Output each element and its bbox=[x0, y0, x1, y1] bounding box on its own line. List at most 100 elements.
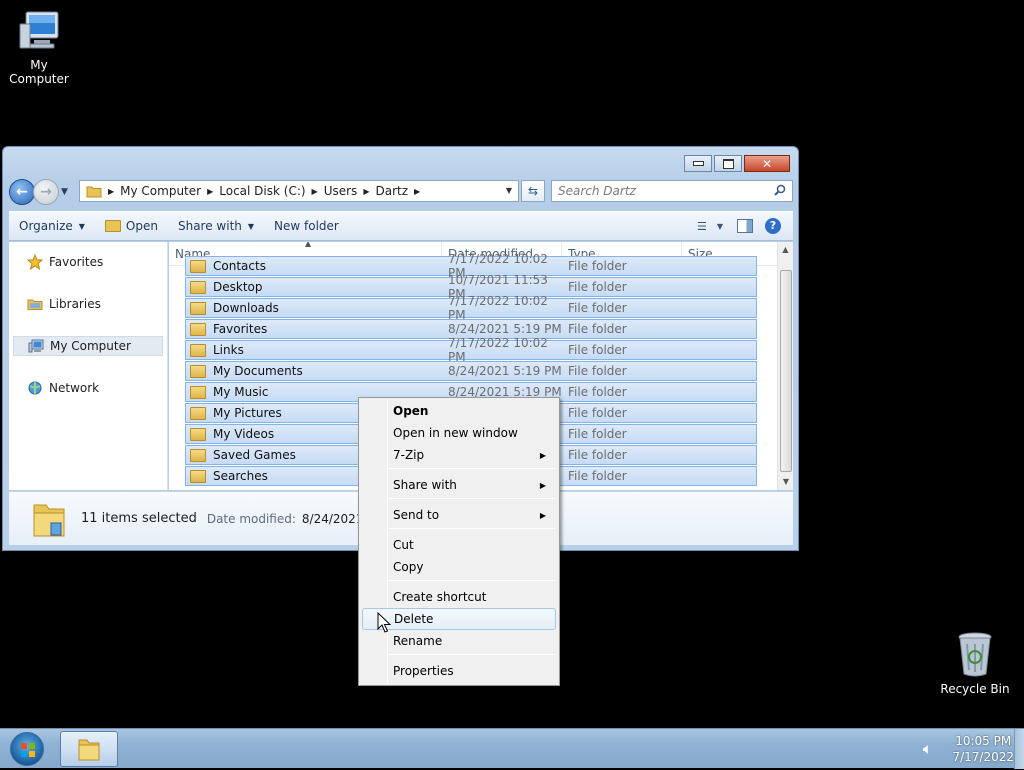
volume-icon[interactable]: 🔈︎ bbox=[923, 739, 933, 759]
address-history-dropdown[interactable]: ▼ bbox=[506, 186, 512, 195]
chevron-right-icon[interactable]: ▶ bbox=[207, 187, 213, 196]
search-box[interactable] bbox=[551, 180, 793, 202]
menu-item-properties[interactable]: Properties bbox=[362, 660, 556, 682]
file-name: My Videos bbox=[213, 427, 275, 441]
menu-item-cut[interactable]: Cut bbox=[362, 534, 556, 556]
address-bar[interactable]: ▶ My Computer ▶ Local Disk (C:) ▶ Users … bbox=[79, 180, 519, 202]
folder-icon bbox=[78, 739, 100, 761]
table-row[interactable]: Downloads 7/17/2022 10:02 PM File folder bbox=[185, 294, 757, 322]
organize-label: Organize bbox=[19, 219, 73, 233]
chevron-right-icon[interactable]: ▶ bbox=[414, 187, 420, 196]
type-cell: File folder bbox=[568, 343, 627, 357]
forward-button[interactable]: → bbox=[33, 179, 59, 205]
folder-icon bbox=[190, 322, 206, 336]
navigation-pane: Favorites Libraries My Computer Network bbox=[9, 242, 168, 490]
scrollbar-thumb[interactable] bbox=[780, 270, 792, 472]
scroll-up-arrow-icon[interactable]: ▲ bbox=[778, 242, 793, 258]
menu-item-open[interactable]: Open bbox=[362, 400, 556, 422]
menu-item-7-zip[interactable]: 7-Zip ▶ bbox=[362, 444, 556, 466]
vertical-scrollbar[interactable]: ▲ ▼ bbox=[777, 242, 793, 490]
submenu-arrow-icon: ▶ bbox=[539, 450, 546, 460]
open-button[interactable]: Open bbox=[95, 212, 168, 240]
desktop-icon-recycle-bin[interactable]: Recycle Bin bbox=[936, 630, 1014, 696]
file-name: My Music bbox=[213, 385, 269, 399]
breadcrumb-item[interactable]: Local Disk (C:) bbox=[219, 184, 305, 198]
nav-item-label: Libraries bbox=[49, 297, 101, 311]
menu-item-copy[interactable]: Copy bbox=[362, 556, 556, 578]
file-name: My Documents bbox=[213, 364, 303, 378]
menu-item-label: Properties bbox=[393, 664, 454, 678]
close-button[interactable]: ✕ bbox=[744, 155, 790, 172]
help-icon[interactable]: ? bbox=[765, 218, 781, 234]
start-button[interactable] bbox=[5, 729, 49, 769]
type-cell: File folder bbox=[568, 280, 627, 294]
nav-item-network[interactable]: Network bbox=[13, 378, 163, 398]
chevron-right-icon[interactable]: ▶ bbox=[363, 187, 369, 196]
menu-item-open-in-new-window[interactable]: Open in new window bbox=[362, 422, 556, 444]
preview-pane-icon[interactable] bbox=[737, 219, 753, 233]
scroll-down-arrow-icon[interactable]: ▼ bbox=[778, 474, 793, 490]
breadcrumb-item[interactable]: Dartz bbox=[375, 184, 408, 198]
open-label: Open bbox=[125, 219, 158, 233]
chevron-down-icon: ▼ bbox=[247, 221, 255, 231]
folder-icon bbox=[190, 427, 206, 441]
command-bar-right: ☰ ▼ ? bbox=[697, 212, 793, 240]
nav-item-favorites[interactable]: Favorites bbox=[13, 252, 163, 272]
show-desktop-button[interactable] bbox=[1014, 729, 1024, 769]
table-row[interactable]: My Documents 8/24/2021 5:19 PM File folder bbox=[185, 361, 757, 381]
forward-arrow-icon: → bbox=[40, 184, 52, 200]
file-name: My Pictures bbox=[213, 406, 282, 420]
file-name-cell: Downloads bbox=[186, 301, 442, 315]
maximize-button[interactable] bbox=[714, 155, 742, 172]
menu-separator bbox=[389, 498, 555, 499]
new-folder-button[interactable]: New folder bbox=[264, 212, 349, 240]
back-button[interactable]: ← bbox=[9, 179, 35, 205]
date-modified-cell: 8/24/2021 5:19 PM bbox=[448, 322, 562, 336]
minimize-button[interactable] bbox=[684, 155, 712, 172]
nav-item-label: Favorites bbox=[49, 255, 104, 269]
recent-pages-dropdown[interactable]: ▼ bbox=[61, 187, 68, 197]
date-modified-cell: 7/17/2022 10:02 PM bbox=[448, 336, 548, 364]
nav-item-libraries[interactable]: Libraries bbox=[13, 294, 163, 314]
desktop-icon-my-computer[interactable]: My Computer bbox=[0, 10, 78, 86]
menu-item-share-with[interactable]: Share with ▶ bbox=[362, 474, 556, 496]
desktop-icon-label: Recycle Bin bbox=[940, 682, 1010, 696]
menu-item-send-to[interactable]: Send to ▶ bbox=[362, 504, 556, 526]
file-name-cell: Desktop bbox=[186, 280, 442, 294]
file-name: Downloads bbox=[213, 301, 279, 315]
menu-separator bbox=[389, 528, 555, 529]
menu-item-label: Copy bbox=[393, 560, 424, 574]
menu-item-delete[interactable]: Delete bbox=[362, 608, 556, 630]
nav-item-my-computer[interactable]: My Computer bbox=[13, 336, 163, 356]
chevron-right-icon[interactable]: ▶ bbox=[312, 187, 318, 196]
context-menu: Open Open in new window 7-Zip ▶ Share with ▶ S… bbox=[358, 397, 560, 686]
search-input[interactable] bbox=[558, 184, 768, 198]
table-row[interactable]: Links 7/17/2022 10:02 PM File folder bbox=[185, 336, 757, 364]
breadcrumb-item[interactable]: Users bbox=[324, 184, 358, 198]
folder-icon bbox=[33, 504, 65, 536]
menu-item-label: Send to bbox=[393, 508, 440, 522]
clock-date: 7/17/2022 bbox=[952, 750, 1014, 764]
folder-icon bbox=[190, 406, 206, 420]
menu-item-rename[interactable]: Rename bbox=[362, 630, 556, 652]
refresh-button[interactable]: ⇆ bbox=[521, 180, 545, 202]
type-cell: File folder bbox=[568, 448, 627, 462]
type-cell: File folder bbox=[568, 406, 627, 420]
share-with-button[interactable]: Share with ▼ bbox=[168, 212, 264, 240]
details-view-icon: ☰ bbox=[696, 219, 707, 233]
taskbar-explorer-button[interactable] bbox=[60, 731, 118, 767]
chevron-down-icon: ▼ bbox=[716, 221, 723, 231]
organize-button[interactable]: Organize ▼ bbox=[9, 212, 95, 240]
file-name-cell: My Documents bbox=[186, 364, 442, 378]
computer-icon bbox=[19, 11, 59, 49]
type-cell: File folder bbox=[568, 322, 627, 336]
change-view-button[interactable]: ☰ ▼ bbox=[697, 220, 723, 233]
breadcrumb-item[interactable]: My Computer bbox=[120, 184, 201, 198]
share-with-label: Share with bbox=[177, 219, 242, 233]
menu-item-label: Rename bbox=[393, 634, 443, 648]
file-name: Desktop bbox=[213, 280, 263, 294]
clock[interactable]: 10:05 PM 7/17/2022 bbox=[952, 733, 1014, 765]
chevron-right-icon[interactable]: ▶ bbox=[108, 187, 114, 196]
menu-item-label: Open bbox=[393, 404, 429, 418]
menu-item-create-shortcut[interactable]: Create shortcut bbox=[362, 586, 556, 608]
